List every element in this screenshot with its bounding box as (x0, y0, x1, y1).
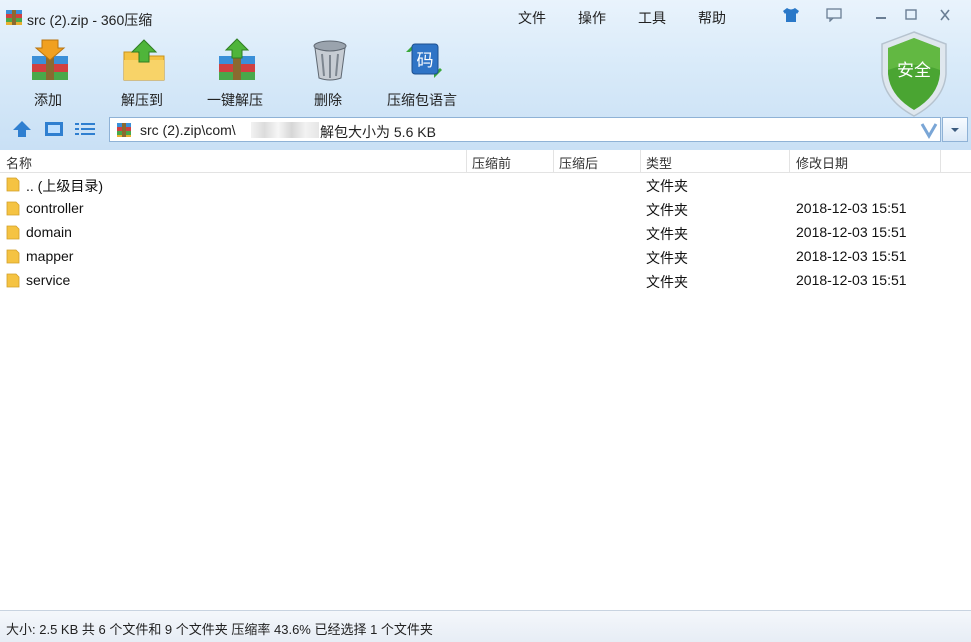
archive-icon (5, 8, 23, 26)
folder-icon (6, 248, 20, 264)
minimize-icon[interactable] (869, 6, 893, 24)
app-chrome: src (2).zip - 360压缩 文件 操作 工具 帮助 添加 解压到 一… (0, 0, 971, 151)
file-type: 文件夹 (646, 226, 688, 242)
feedback-icon[interactable] (822, 6, 846, 24)
column-divider[interactable] (553, 150, 554, 172)
column-original-size[interactable]: 压缩前 (472, 153, 511, 172)
column-name[interactable]: 名称 (6, 153, 32, 172)
redacted-path-segment (251, 122, 319, 138)
address-dropdown-button[interactable] (942, 117, 968, 142)
extract-to-icon (122, 38, 166, 82)
v-check-icon[interactable] (920, 121, 938, 139)
delete-label: 删除 (314, 92, 342, 108)
column-divider[interactable] (640, 150, 641, 172)
file-row[interactable]: domain 文件夹 2018-12-03 15:51 (0, 220, 971, 244)
menu-help[interactable]: 帮助 (698, 8, 726, 28)
address-size-info: 解包大小为 5.6 KB (320, 124, 436, 140)
up-level-button[interactable] (10, 118, 34, 140)
column-modified-date[interactable]: 修改日期 (796, 153, 848, 172)
folder-icon (6, 224, 20, 240)
status-text: 大小: 2.5 KB 共 6 个文件和 9 个文件夹 压缩率 43.6% 已经选… (6, 622, 433, 637)
svg-text:码: 码 (417, 51, 434, 71)
file-list-header: 名称 压缩前 压缩后 类型 修改日期 (0, 150, 971, 173)
address-path: src (2).zip\com\ (140, 122, 236, 138)
column-compressed-size[interactable]: 压缩后 (559, 153, 598, 172)
security-shield-badge[interactable]: 安全 (878, 30, 950, 118)
chevron-down-icon (951, 127, 959, 132)
folder-icon (6, 176, 20, 192)
file-date: 2018-12-03 15:51 (796, 224, 907, 240)
menu-file[interactable]: 文件 (518, 8, 546, 28)
file-name: domain (26, 224, 72, 240)
column-divider[interactable] (940, 150, 941, 172)
menu-operation[interactable]: 操作 (578, 8, 606, 28)
file-type: 文件夹 (646, 202, 688, 218)
security-shield-text: 安全 (897, 61, 931, 81)
file-type: 文件夹 (646, 178, 688, 194)
file-type: 文件夹 (646, 274, 688, 290)
folder-icon (6, 200, 20, 216)
archive-language-button[interactable]: 码 压缩包语言 (382, 38, 462, 110)
status-bar: 大小: 2.5 KB 共 6 个文件和 9 个文件夹 压缩率 43.6% 已经选… (0, 610, 971, 642)
title-bar: src (2).zip - 360压缩 文件 操作 工具 帮助 (0, 0, 971, 34)
maximize-icon[interactable] (899, 6, 923, 24)
delete-button[interactable]: 删除 (288, 38, 368, 110)
address-bar[interactable]: src (2).zip\com\ 解包大小为 5.6 KB (109, 117, 941, 142)
add-archive-icon (28, 38, 72, 82)
thumbnail-view-icon (45, 122, 63, 136)
trash-bin-icon (308, 38, 352, 82)
menu-tools[interactable]: 工具 (638, 8, 666, 28)
archive-language-label: 压缩包语言 (387, 92, 457, 108)
column-divider[interactable] (789, 150, 790, 172)
file-name: controller (26, 200, 84, 216)
archive-icon (116, 122, 132, 138)
column-divider[interactable] (466, 150, 467, 172)
view-thumbnail-button[interactable] (42, 118, 66, 140)
column-type[interactable]: 类型 (646, 153, 672, 172)
folder-icon (6, 272, 20, 288)
file-row-parent-dir[interactable]: .. (上级目录) 文件夹 (0, 172, 971, 196)
file-row[interactable]: controller 文件夹 2018-12-03 15:51 (0, 196, 971, 220)
file-date: 2018-12-03 15:51 (796, 248, 907, 264)
file-name: mapper (26, 248, 74, 264)
skin-icon[interactable] (779, 6, 803, 24)
file-name: .. (上级目录) (26, 178, 103, 194)
file-row[interactable]: service 文件夹 2018-12-03 15:51 (0, 268, 971, 292)
arrow-up-icon (13, 121, 31, 137)
file-type: 文件夹 (646, 250, 688, 266)
archive-language-icon: 码 (402, 38, 446, 82)
one-click-extract-button[interactable]: 一键解压 (195, 38, 275, 110)
file-name: service (26, 272, 71, 288)
add-button[interactable]: 添加 (8, 38, 88, 110)
one-click-extract-icon (215, 38, 259, 82)
view-list-button[interactable] (73, 118, 97, 140)
window-title: src (2).zip - 360压缩 (27, 12, 153, 28)
file-list: .. (上级目录) 文件夹 controller 文件夹 2018-12-03 … (0, 172, 971, 292)
extract-to-label: 解压到 (121, 92, 163, 108)
file-row[interactable]: mapper 文件夹 2018-12-03 15:51 (0, 244, 971, 268)
close-icon[interactable] (933, 6, 957, 24)
one-click-extract-label: 一键解压 (207, 92, 263, 108)
file-date: 2018-12-03 15:51 (796, 272, 907, 288)
extract-to-button[interactable]: 解压到 (102, 38, 182, 110)
add-label: 添加 (34, 92, 62, 108)
file-date: 2018-12-03 15:51 (796, 200, 907, 216)
list-view-icon (75, 123, 95, 135)
